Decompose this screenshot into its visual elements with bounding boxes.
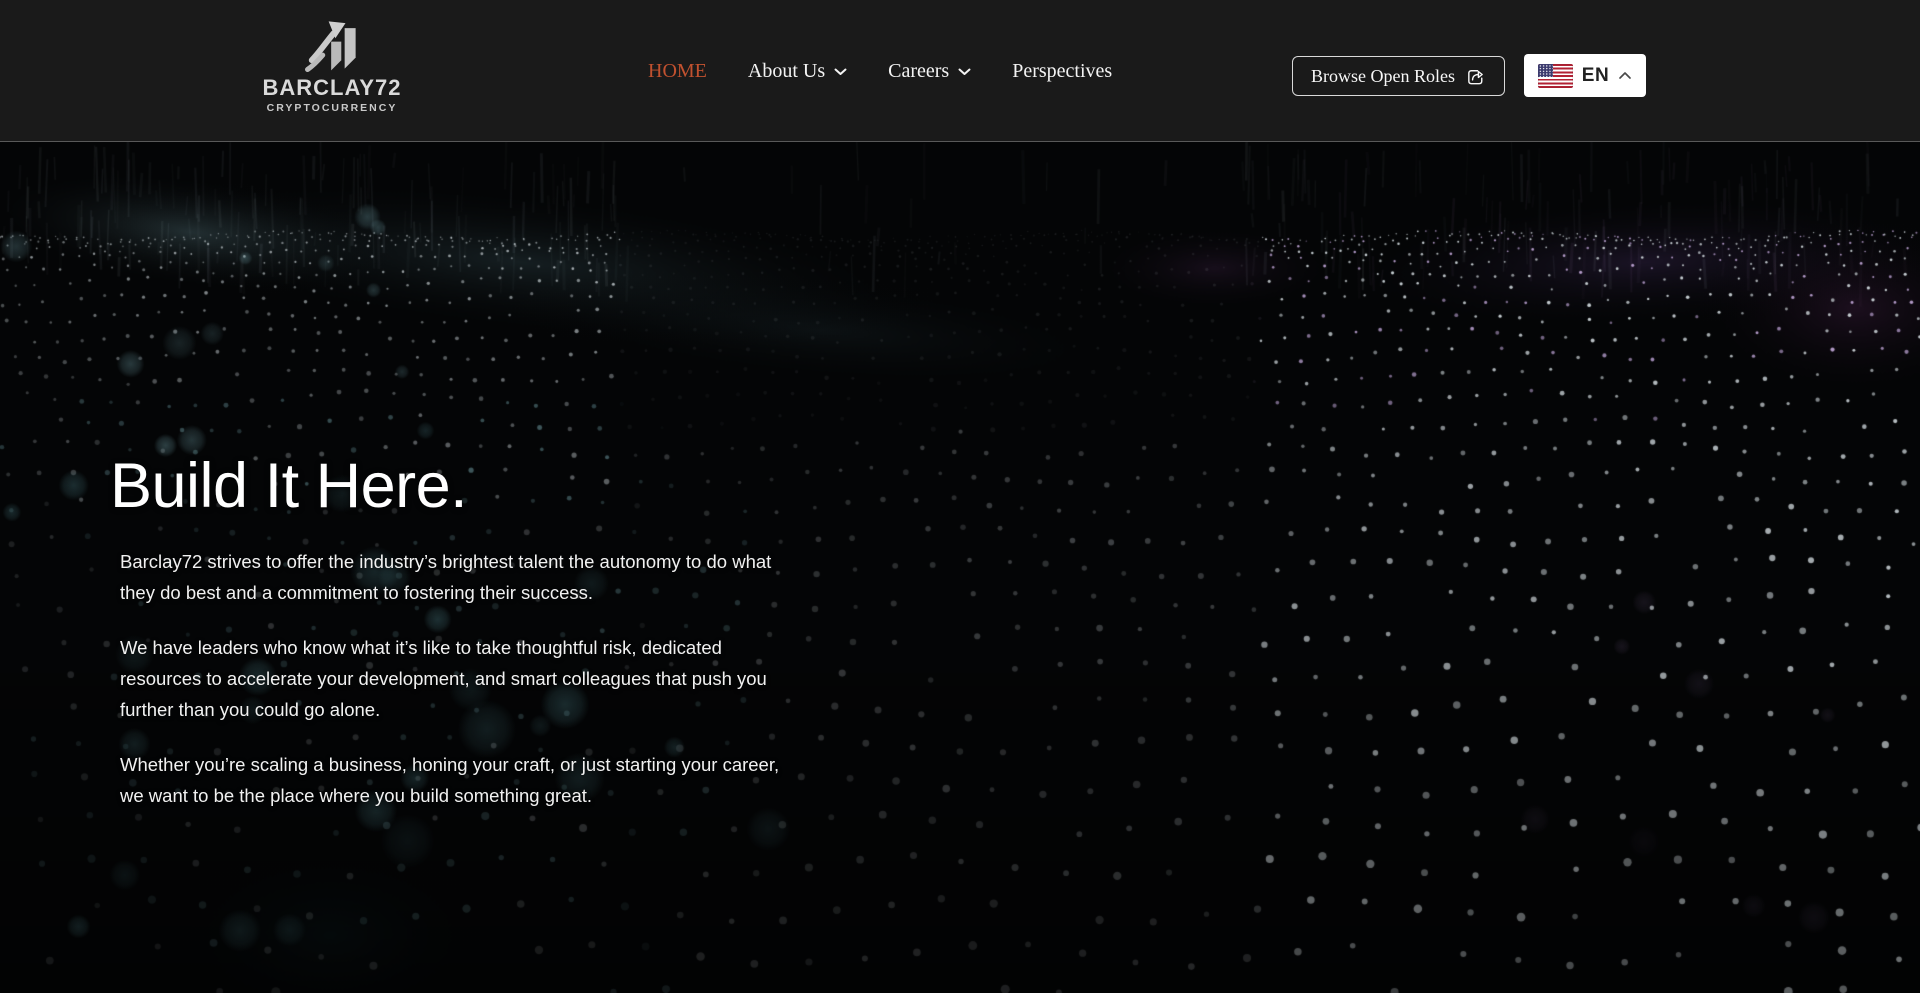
external-link-share-icon <box>1465 67 1486 87</box>
chevron-up-icon <box>1618 71 1632 80</box>
us-flag-icon <box>1538 64 1573 88</box>
hero-paragraph: Barclay72 strives to offer the industry’… <box>120 546 788 608</box>
hero-section: Build It Here. Barclay72 strives to offe… <box>0 142 1920 993</box>
hero-paragraph: Whether you’re scaling a business, honin… <box>120 749 788 811</box>
language-selector[interactable]: EN <box>1524 54 1646 97</box>
nav-item-label: HOME <box>648 60 707 83</box>
hero-paragraphs: Barclay72 strives to offer the industry’… <box>120 546 788 835</box>
chevron-down-icon <box>834 68 847 76</box>
browse-open-roles-label: Browse Open Roles <box>1311 66 1455 87</box>
nav-item-label: Careers <box>888 60 949 83</box>
main-nav: HOME About Us Careers Perspectives <box>648 0 1112 142</box>
hero-paragraph: We have leaders who know what it’s like … <box>120 632 788 725</box>
nav-item-careers[interactable]: Careers <box>888 60 971 83</box>
browse-open-roles-button[interactable]: Browse Open Roles <box>1292 56 1505 96</box>
logo[interactable]: BARCLAY72 CRYPTOCURRENCY <box>258 18 406 114</box>
hero-title: Build It Here. <box>110 450 467 522</box>
nav-item-about-us[interactable]: About Us <box>748 60 847 83</box>
brand-tagline: CRYPTOCURRENCY <box>267 102 398 114</box>
nav-item-label: About Us <box>748 60 825 83</box>
nav-item-label: Perspectives <box>1012 60 1112 83</box>
nav-item-home[interactable]: HOME <box>648 60 707 83</box>
chevron-down-icon <box>958 68 971 76</box>
logo-growth-chart-icon <box>305 18 359 72</box>
brand-name: BARCLAY72 <box>262 75 401 101</box>
nav-item-perspectives[interactable]: Perspectives <box>1012 60 1112 83</box>
language-code: EN <box>1582 65 1609 87</box>
site-header: BARCLAY72 CRYPTOCURRENCY HOME About Us C… <box>0 0 1920 142</box>
